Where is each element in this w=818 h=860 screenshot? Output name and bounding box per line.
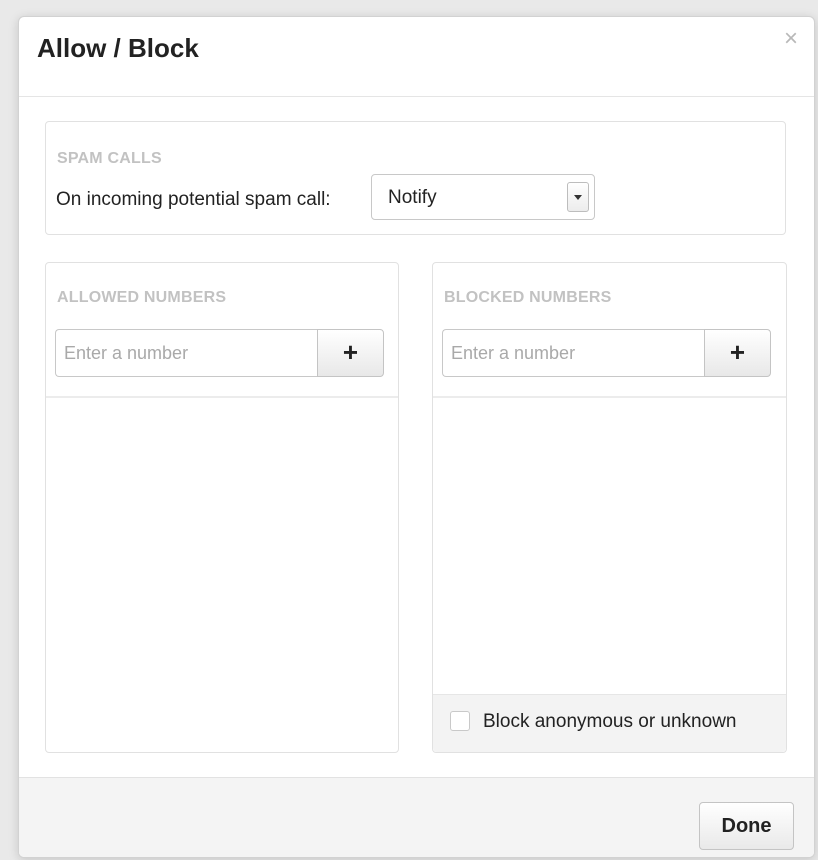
plus-icon: +: [342, 337, 359, 367]
chevron-down-icon: [574, 195, 582, 200]
block-anonymous-label[interactable]: Block anonymous or unknown: [483, 711, 736, 733]
block-anonymous-checkbox[interactable]: [450, 711, 470, 731]
done-button[interactable]: Done: [699, 802, 794, 850]
dropdown-toggle[interactable]: [567, 182, 589, 212]
dialog-header: Allow / Block ×: [19, 17, 814, 97]
block-anonymous-row: Block anonymous or unknown: [433, 694, 786, 752]
add-allowed-button[interactable]: +: [317, 329, 384, 377]
dialog-footer: Done: [19, 777, 814, 857]
spam-action-select[interactable]: Notify: [371, 174, 595, 220]
allowed-numbers-list: [46, 398, 398, 752]
blocked-input-group: +: [442, 329, 772, 377]
spam-action-value: Notify: [388, 187, 437, 208]
blocked-number-input[interactable]: [442, 329, 706, 377]
add-blocked-button[interactable]: +: [704, 329, 771, 377]
blocked-numbers-heading: BLOCKED NUMBERS: [444, 289, 612, 306]
allow-block-dialog: Allow / Block × SPAM CALLS On incoming p…: [18, 16, 815, 858]
close-icon[interactable]: ×: [784, 25, 798, 53]
spam-call-label: On incoming potential spam call:: [56, 189, 331, 210]
blocked-numbers-section: BLOCKED NUMBERS + Block anonymous or unk…: [432, 262, 787, 753]
plus-icon: +: [729, 337, 746, 367]
allowed-input-group: +: [55, 329, 385, 377]
allowed-number-input[interactable]: [55, 329, 319, 377]
spam-calls-heading: SPAM CALLS: [57, 150, 162, 167]
dialog-title: Allow / Block: [37, 33, 199, 63]
allowed-numbers-heading: ALLOWED NUMBERS: [57, 289, 227, 306]
spam-calls-section: SPAM CALLS On incoming potential spam ca…: [45, 121, 786, 235]
allowed-numbers-section: ALLOWED NUMBERS +: [45, 262, 399, 753]
blocked-numbers-list: [433, 398, 786, 694]
